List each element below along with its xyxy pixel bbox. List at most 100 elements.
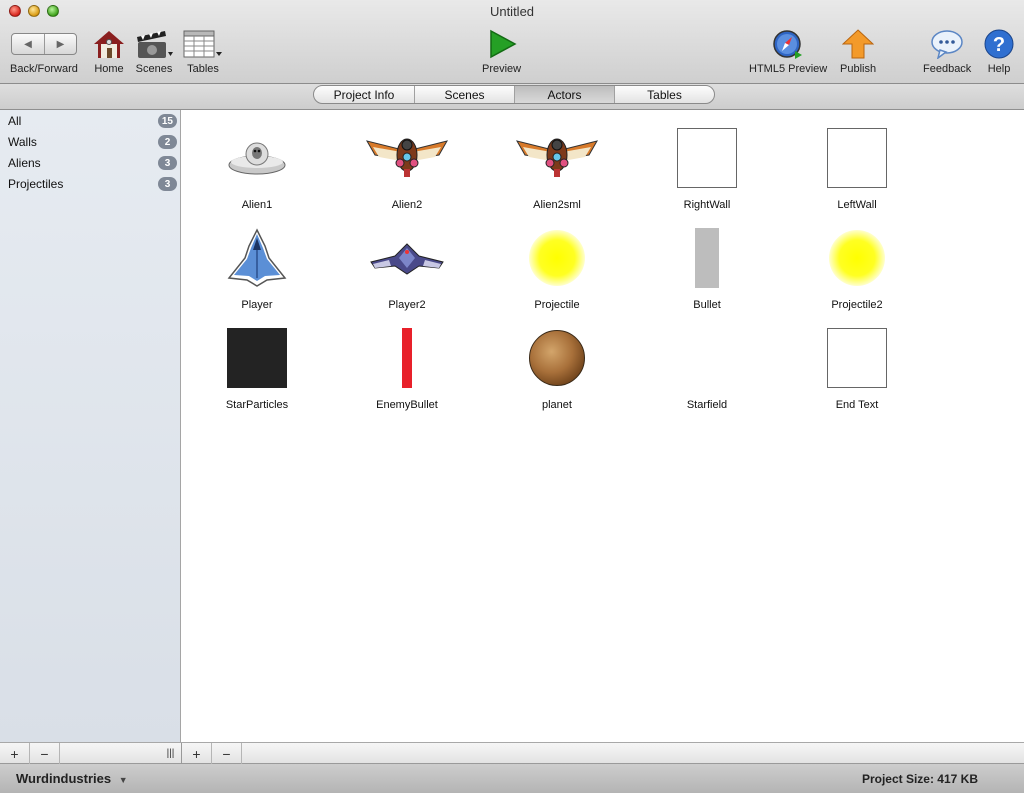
house-icon — [93, 28, 125, 60]
actor-name: Projectile — [534, 299, 580, 311]
actor-tile[interactable]: End Text — [782, 322, 932, 422]
help-label: Help — [987, 63, 1011, 75]
project-size: Project Size: 417 KB — [861, 772, 978, 786]
count-badge: 15 — [157, 114, 177, 128]
empty-icon — [632, 322, 782, 394]
actor-name: Bullet — [693, 299, 721, 311]
white-box-icon — [782, 122, 932, 194]
ufo-icon — [182, 122, 332, 194]
tables-button[interactable]: Tables — [183, 28, 223, 75]
help-icon: ? — [984, 28, 1014, 60]
actor-tile[interactable]: Bullet — [632, 222, 782, 322]
actor-name: End Text — [835, 399, 879, 411]
forward-arrow-icon[interactable]: ▶ — [43, 34, 76, 54]
upload-arrow-icon — [842, 28, 875, 60]
actor-tile[interactable]: Projectile — [482, 222, 632, 322]
sidebar-item-all[interactable]: All 15 — [0, 111, 181, 131]
feedback-button[interactable]: Feedback — [923, 28, 971, 75]
yellow-glow-icon — [482, 222, 632, 294]
home-button[interactable]: Home — [93, 28, 125, 75]
actor-tile[interactable]: Projectile2 — [782, 222, 932, 322]
feedback-label: Feedback — [923, 63, 972, 75]
actor-tile[interactable]: LeftWall — [782, 122, 932, 222]
actor-name: RightWall — [683, 199, 731, 211]
back-arrow-icon[interactable]: ◀ — [12, 34, 44, 54]
count-badge: 3 — [158, 177, 177, 191]
account-menu[interactable]: Wurdindustries ▼ — [16, 771, 128, 786]
black-square-icon — [182, 322, 332, 394]
home-label: Home — [94, 63, 124, 75]
actor-tile[interactable]: Alien1 — [182, 122, 332, 222]
actor-tile[interactable]: Player — [182, 222, 332, 322]
sidebar-item-label: Aliens — [8, 156, 41, 170]
actor-tile[interactable]: Alien2sml — [482, 122, 632, 222]
tables-label: Tables — [187, 63, 219, 75]
yellow-glow-icon — [782, 222, 932, 294]
account-name: Wurdindustries — [16, 771, 112, 786]
actor-tile[interactable]: RightWall — [632, 122, 782, 222]
sidebar-item-aliens[interactable]: Aliens 3 — [0, 153, 181, 173]
remove-actor-button[interactable]: − — [212, 743, 242, 764]
sidebar-item-label: All — [8, 114, 22, 128]
tab-scenes[interactable]: Scenes — [414, 86, 514, 103]
help-button[interactable]: ? Help — [984, 28, 1014, 75]
resize-grip[interactable]: ||| — [160, 743, 182, 764]
tag-sidebar: All 15 Walls 2 Aliens 3 Projectiles 3 — [0, 110, 181, 742]
actor-tile[interactable]: planet — [482, 322, 632, 422]
actor-tile[interactable]: Player2 — [332, 222, 482, 322]
actor-name: Player — [241, 299, 273, 311]
tab-project-info[interactable]: Project Info — [314, 86, 414, 103]
clapperboard-icon — [135, 28, 173, 60]
red-bar-icon — [332, 322, 482, 394]
publish-button[interactable]: Publish — [840, 28, 876, 75]
bottom-control-bar: + − ||| + − — [0, 742, 1024, 764]
actor-name: EnemyBullet — [376, 399, 438, 411]
actor-name: Alien1 — [241, 199, 273, 211]
scenes-label: Scenes — [135, 63, 173, 75]
html5-preview-label: HTML5 Preview — [749, 63, 828, 75]
actor-name: LeftWall — [837, 199, 877, 211]
actor-tile[interactable]: Alien2 — [332, 122, 482, 222]
publish-label: Publish — [840, 63, 877, 75]
sidebar-item-label: Projectiles — [8, 177, 64, 191]
remove-tag-button[interactable]: − — [30, 743, 60, 764]
winged-alien-icon — [332, 122, 482, 194]
sidebar-item-label: Walls — [8, 135, 37, 149]
add-actor-button[interactable]: + — [182, 743, 212, 764]
scenes-button[interactable]: Scenes — [135, 28, 173, 75]
preview-button[interactable]: Preview — [482, 28, 521, 75]
white-box-icon — [782, 322, 932, 394]
actor-tile[interactable]: EnemyBullet — [332, 322, 482, 422]
sidebar-item-projectiles[interactable]: Projectiles 3 — [0, 174, 181, 194]
actor-name: Projectile2 — [831, 299, 883, 311]
actor-name: Alien2 — [391, 199, 423, 211]
tab-bar: Project Info Scenes Actors Tables — [0, 84, 1024, 110]
svg-text:?: ? — [993, 34, 1005, 56]
chevron-down-icon: ▼ — [118, 775, 128, 785]
play-icon — [487, 28, 517, 60]
add-tag-button[interactable]: + — [0, 743, 30, 764]
actor-name: Player2 — [388, 299, 426, 311]
table-grid-icon — [183, 28, 223, 60]
actor-name: planet — [542, 399, 572, 411]
planet-icon — [482, 322, 632, 394]
html5-preview-button[interactable]: HTML5 Preview — [749, 28, 827, 75]
spaceship-wide-icon — [332, 222, 482, 294]
segmented-tabs: Project Info Scenes Actors Tables — [313, 85, 715, 104]
winged-alien-icon — [482, 122, 632, 194]
tab-actors[interactable]: Actors — [514, 86, 614, 103]
compass-icon — [772, 28, 804, 60]
status-bar: Wurdindustries ▼ Project Size: 417 KB — [0, 764, 1024, 793]
actor-tile[interactable]: StarParticles — [182, 322, 332, 422]
back-forward-control[interactable]: ◀ ▶ Back/Forward — [10, 28, 78, 75]
count-badge: 3 — [158, 156, 177, 170]
white-box-icon — [632, 122, 782, 194]
speech-bubble-icon — [930, 28, 964, 60]
tab-tables[interactable]: Tables — [614, 86, 714, 103]
preview-label: Preview — [482, 63, 522, 75]
actor-name: StarParticles — [225, 399, 289, 411]
actor-tile[interactable]: Starfield — [632, 322, 782, 422]
actor-name: Starfield — [686, 399, 728, 411]
count-badge: 2 — [158, 135, 177, 149]
sidebar-item-walls[interactable]: Walls 2 — [0, 132, 181, 152]
